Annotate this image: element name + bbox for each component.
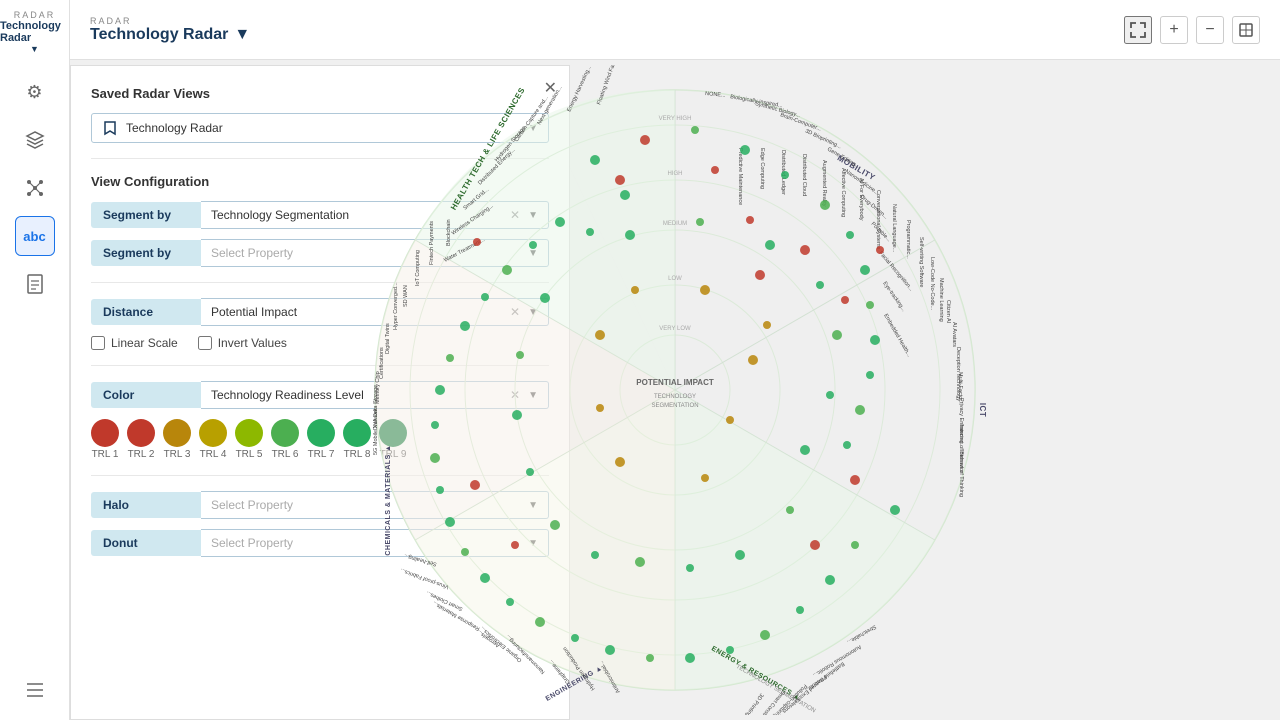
- svg-text:Edge Computing: Edge Computing: [759, 148, 765, 189]
- svg-text:3D Printing...: 3D Printing...: [741, 692, 764, 715]
- radar-visualization: VERY LOW LOW MEDIUM HIGH VERY HIGH POTEN…: [70, 60, 1280, 720]
- svg-text:Digital Twins: Digital Twins: [385, 323, 391, 354]
- svg-text:IoT Computing: IoT Computing: [415, 250, 421, 286]
- svg-text:Deception Technology: Deception Technology: [955, 347, 961, 401]
- radar-svg: VERY LOW LOW MEDIUM HIGH VERY HIGH POTEN…: [335, 65, 1015, 715]
- collapse-button[interactable]: [1124, 16, 1152, 44]
- svg-text:Machine Learning: Machine Learning: [938, 278, 944, 322]
- svg-text:Hyper Converged...: Hyper Converged...: [393, 282, 399, 330]
- fit-button[interactable]: [1232, 16, 1260, 44]
- svg-text:AI Avatars: AI Avatars: [951, 322, 957, 347]
- main-content: RADAR Technology Radar ▼ + −: [70, 0, 1280, 720]
- svg-text:ICT: ICT: [978, 403, 987, 417]
- gear-icon[interactable]: ⚙: [15, 72, 55, 112]
- text-icon[interactable]: abc: [15, 216, 55, 256]
- svg-text:POTENTIAL IMPACT: POTENTIAL IMPACT: [636, 378, 714, 387]
- svg-text:Programmatic...: Programmatic...: [905, 220, 911, 259]
- svg-text:AI For Everybody: AI For Everybody: [858, 178, 864, 221]
- zoom-in-button[interactable]: +: [1160, 16, 1188, 44]
- svg-text:CHEMICALS & MATERIALS ▲: CHEMICALS & MATERIALS ▲: [385, 444, 392, 555]
- svg-text:SD WAN: SD WAN: [403, 285, 409, 307]
- svg-text:Affective Computing: Affective Computing: [840, 168, 846, 217]
- svg-text:Privacy Enhancing...: Privacy Enhancing...: [958, 398, 964, 449]
- network-icon[interactable]: [15, 168, 55, 208]
- page-title-area: RADAR Technology Radar ▼: [90, 16, 250, 44]
- svg-text:Conversational Systems: Conversational Systems: [875, 190, 881, 250]
- list-icon[interactable]: [15, 670, 55, 710]
- svg-text:MEDIUM: MEDIUM: [663, 221, 687, 227]
- svg-text:LOW: LOW: [668, 276, 682, 282]
- svg-text:SEGMENTATION: SEGMENTATION: [651, 403, 698, 409]
- svg-text:TECHNOLOGY: TECHNOLOGY: [654, 394, 696, 400]
- svg-text:Predictive Maintenance: Predictive Maintenance: [737, 148, 743, 205]
- svg-text:Augmented Reality: Augmented Reality: [821, 160, 827, 207]
- svg-text:Citizen AI: Citizen AI: [945, 300, 951, 324]
- top-bar-controls: + −: [1124, 16, 1260, 44]
- svg-text:Blockchain: Blockchain: [446, 219, 452, 246]
- file-icon[interactable]: [15, 264, 55, 304]
- zoom-out-button[interactable]: −: [1196, 16, 1224, 44]
- sidebar: RADAR Technology Radar ▼ ⚙ abc: [0, 0, 70, 720]
- app-title: Technology Radar: [0, 20, 69, 44]
- svg-text:VERY LOW: VERY LOW: [659, 326, 691, 332]
- app-logo: RADAR Technology Radar ▼: [0, 10, 69, 54]
- top-bar: RADAR Technology Radar ▼ + −: [70, 0, 1280, 60]
- svg-text:VERY HIGH: VERY HIGH: [659, 116, 692, 122]
- svg-text:Natural Language...: Natural Language...: [891, 204, 897, 253]
- svg-text:HIGH: HIGH: [668, 171, 683, 177]
- svg-text:Self-writing Software: Self-writing Software: [918, 237, 924, 287]
- app-label: RADAR: [14, 10, 56, 20]
- radar-name: Technology Radar ▼: [90, 26, 250, 44]
- svg-text:Fintech Payments: Fintech Payments: [429, 221, 435, 265]
- svg-text:Distributed Cloud: Distributed Cloud: [801, 154, 807, 196]
- svg-text:Low-Code No-Code...: Low-Code No-Code...: [929, 257, 935, 311]
- radar-label: RADAR: [90, 16, 250, 26]
- layers-icon[interactable]: [15, 120, 55, 160]
- title-dropdown: ▼: [30, 44, 39, 54]
